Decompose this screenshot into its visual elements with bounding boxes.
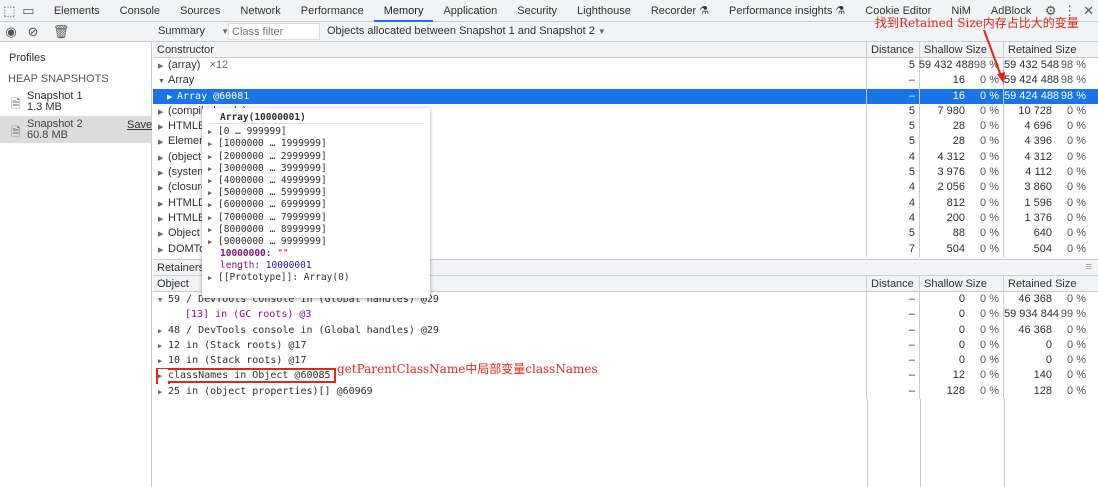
expand-triangle-icon[interactable]: ▶ (158, 354, 168, 368)
tab-network[interactable]: Network (230, 0, 290, 22)
expand-triangle-icon[interactable]: ▶ (158, 151, 168, 165)
expand-triangle-icon[interactable]: ▶ (158, 120, 168, 134)
array-range-entry[interactable]: ▶ [6000000 … 6999999] (208, 199, 424, 211)
retainer-row[interactable]: ▶ classNames in Object @60085–12 0 % 140 0 % (153, 368, 1098, 384)
expand-triangle-icon[interactable]: ▶ (158, 105, 168, 119)
constructor-header: Constructor Distance Shallow Size Retain… (153, 42, 1098, 58)
tab-sources[interactable]: Sources (170, 0, 230, 22)
snapshot-1[interactable]: 🗎 Snapshot 1 1.3 MB (0, 89, 151, 115)
close-icon[interactable]: ✕ (1079, 0, 1098, 22)
column-distance[interactable]: Distance (867, 42, 920, 57)
expand-triangle-icon[interactable]: ▼ (158, 293, 168, 307)
tab-elements[interactable]: Elements (44, 0, 110, 22)
expand-triangle-icon[interactable]: ▶ (158, 243, 168, 257)
object-preview-popup: Array(10000001) ▶ [0 … 999999] ▶ [1000000 …… (202, 108, 430, 298)
save-link[interactable]: Save (127, 119, 152, 131)
expand-triangle-icon[interactable]: ▶ (158, 197, 168, 211)
expand-triangle-icon[interactable]: ▶ (158, 166, 168, 180)
expand-triangle-icon[interactable]: ▶ (158, 135, 168, 149)
array-range-entry[interactable]: ▶ [8000000 … 8999999] (208, 224, 424, 236)
range-select[interactable]: Objects allocated between Snapshot 1 and… (327, 25, 606, 37)
expand-triangle-icon[interactable]: ▶ (158, 212, 168, 226)
expand-triangle-icon[interactable]: ▼ (158, 74, 168, 88)
column-constructor[interactable]: Constructor (153, 42, 867, 57)
array-range-entry[interactable]: ▶ [3000000 … 3999999] (208, 163, 424, 175)
tab-performance-insights-[interactable]: Performance insights ⚗ (719, 0, 855, 22)
array-range-entry[interactable]: ▶ [1000000 … 1999999] (208, 138, 424, 150)
annotation-arrow (983, 29, 1005, 84)
column-retained-size[interactable]: Retained Size (1004, 42, 1098, 57)
tab-performance[interactable]: Performance (291, 0, 374, 22)
retainer-row[interactable]: [13] in (GC roots) @3–0 0 % 59 934 844 99 % (153, 307, 1098, 323)
device-toolbar-icon[interactable]: ▭ (19, 0, 38, 22)
column-retained-size[interactable]: Retained Size (1004, 276, 1098, 291)
constructor-row[interactable]: ▼ Array –16 0 % 59 424 488 98 % (153, 73, 1098, 89)
expand-triangle-icon[interactable]: ▶ (158, 385, 168, 399)
tab-application[interactable]: Application (433, 0, 507, 22)
snapshot-file-icon: 🗎 (11, 97, 21, 111)
array-range-entry[interactable]: ▶ [0 … 999999] (208, 126, 424, 138)
snapshot-2[interactable]: 🗎 Snapshot 2 60.8 MB Save (0, 116, 152, 143)
view-select[interactable]: Summary ▼ (158, 25, 229, 37)
constructor-row[interactable]: ▶ (array) ×12 5 59 432 488 98 % 59 432 548 98 … (153, 58, 1098, 74)
expand-triangle-icon[interactable]: ▶ (158, 369, 168, 383)
inspect-element-icon[interactable]: ⬚ (0, 0, 19, 22)
constructor-row[interactable]: ▶ Array @60081–16 0 % 59 424 488 98 % (153, 88, 1098, 104)
class-filter-input[interactable] (228, 23, 320, 40)
expand-triangle-icon[interactable]: ▶ (158, 227, 168, 241)
record-icon[interactable]: ◉ (0, 21, 22, 43)
tab-security[interactable]: Security (507, 0, 567, 22)
snapshot-file-icon: 🗎 (11, 125, 21, 139)
expand-triangle-icon[interactable]: ▶ (158, 181, 168, 195)
array-range-entry[interactable]: ▶ [2000000 … 2999999] (208, 151, 424, 163)
profiles-sidebar: Profiles HEAP SNAPSHOTS 🗎 Snapshot 1 1.3 … (0, 42, 152, 487)
heap-snapshots-heading: HEAP SNAPSHOTS (8, 73, 109, 85)
drag-handle-icon[interactable]: ≡ (1086, 261, 1092, 273)
trash-icon[interactable]: 🗑 (50, 21, 72, 43)
expand-triangle-icon[interactable]: ▶ (158, 59, 168, 73)
array-range-entry[interactable]: ▶ [7000000 … 7999999] (208, 212, 424, 224)
column-shallow-size[interactable]: Shallow Size (920, 276, 1004, 291)
array-range-entry[interactable]: ▶ [9000000 … 9999999] (208, 236, 424, 248)
annotation-bottom: getParentClassName中局部变量classNames (337, 362, 598, 376)
popup-title: Array(10000001) (208, 112, 424, 125)
prototype-entry[interactable]: ▶ [[Prototype]]: Array(0) (208, 272, 424, 284)
tab-lighthouse[interactable]: Lighthouse (567, 0, 641, 22)
expand-triangle-icon[interactable]: ▶ (158, 324, 168, 338)
array-range-entry[interactable]: ▶ [4000000 … 4999999] (208, 175, 424, 187)
expand-triangle-icon[interactable]: ▶ (158, 339, 168, 353)
profiles-heading: Profiles (9, 52, 46, 64)
clear-icon[interactable]: ⊘ (22, 21, 44, 43)
retainer-row[interactable]: ▶ 12 in (Stack roots) @17–0 0 % 0 0 % (153, 337, 1098, 354)
retainer-row[interactable]: ▶ 48 / DevTools console in (Global handle… (153, 322, 1098, 338)
retainer-row[interactable]: ▶ 10 in (Stack roots) @17–0 0 % 0 0 % (153, 353, 1098, 369)
array-range-entry[interactable]: ▶ [5000000 … 5999999] (208, 187, 424, 199)
tab-recorder-[interactable]: Recorder ⚗ (641, 0, 719, 22)
tab-console[interactable]: Console (110, 0, 170, 22)
expand-triangle-icon[interactable]: ▶ (167, 90, 177, 104)
dropdown-arrow-icon: ▼ (597, 27, 606, 36)
tab-memory[interactable]: Memory (373, 0, 434, 22)
retainer-row[interactable]: ▶ 25 in (object properties)[] @60969–128 0… (153, 383, 1098, 400)
column-distance[interactable]: Distance (867, 276, 920, 291)
